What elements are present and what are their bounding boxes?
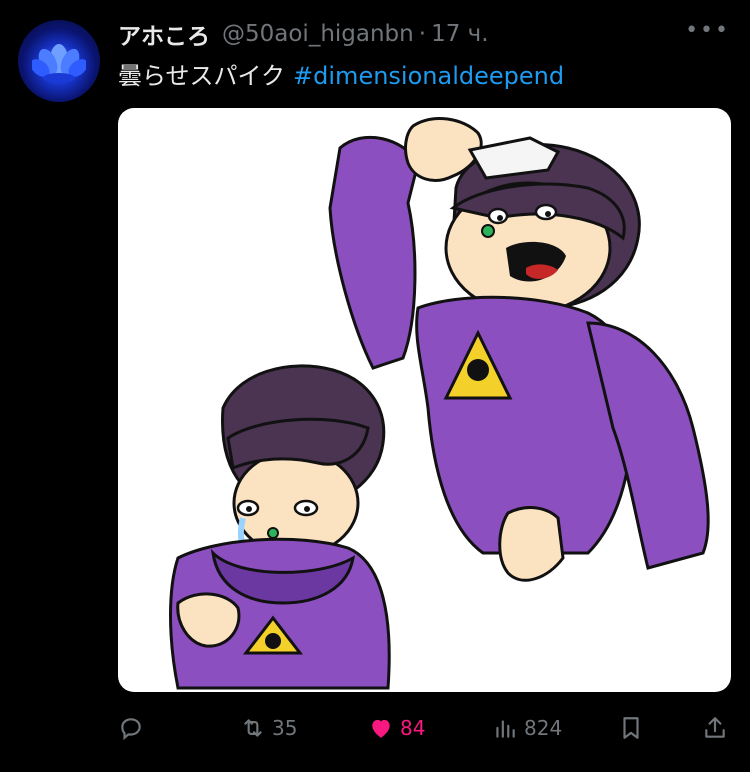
author-name[interactable]: アホころ <box>118 17 210 51</box>
bookmark-icon <box>623 717 639 739</box>
avatar[interactable] <box>18 20 100 102</box>
author-handle[interactable]: @50aoi_higanbn <box>222 21 414 47</box>
action-bar: 35 84 824 <box>118 708 730 748</box>
heart-icon <box>372 719 390 738</box>
like-button[interactable]: 84 <box>368 708 425 748</box>
views-count: 824 <box>524 716 563 740</box>
hashtag-link[interactable]: #dimensionaldeepend <box>293 62 564 90</box>
more-options-icon[interactable]: ••• <box>685 18 730 43</box>
timestamp[interactable]: 17 ч. <box>431 21 488 47</box>
retweet-count: 35 <box>272 716 298 740</box>
reply-button[interactable] <box>118 708 144 748</box>
share-button[interactable] <box>702 708 728 748</box>
bookmark-button[interactable] <box>618 708 644 748</box>
illustration-image <box>169 117 710 690</box>
retweet-button[interactable]: 35 <box>240 708 297 748</box>
tweet-body: 曇らせスパイク <box>118 62 286 90</box>
tweet-header: アホころ @50aoi_higanbn · 17 ч. ••• <box>118 18 730 50</box>
retweet-icon <box>244 719 262 737</box>
share-icon <box>705 717 725 738</box>
views-button[interactable]: 824 <box>492 708 562 748</box>
views-icon <box>496 720 515 738</box>
reply-icon <box>121 718 141 741</box>
like-count: 84 <box>400 716 426 740</box>
separator-dot: · <box>418 21 427 47</box>
tweet-text: 曇らせスパイク #dimensionaldeepend <box>118 56 564 91</box>
flower-icon <box>32 44 86 83</box>
tweet: アホころ @50aoi_higanbn · 17 ч. ••• 曇らせスパイク #… <box>0 0 750 772</box>
tweet-image[interactable] <box>118 108 731 692</box>
